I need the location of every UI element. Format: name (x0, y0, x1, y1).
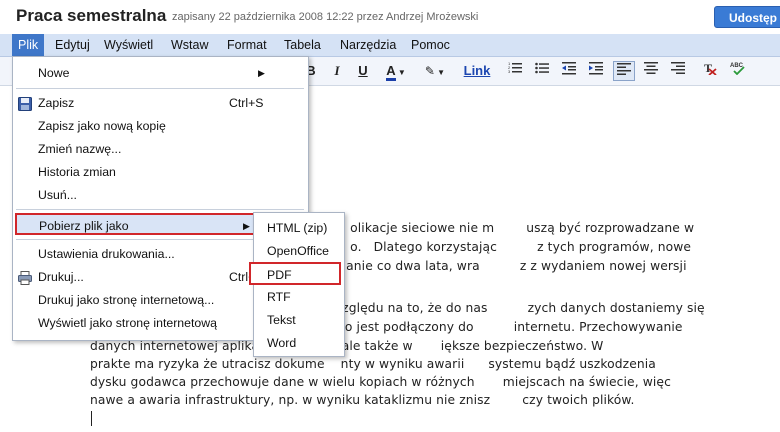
printer-icon (18, 270, 32, 285)
menu-item-history[interactable]: Historia zmian (14, 161, 306, 183)
submenu-arrow-icon: ▶ (243, 221, 250, 231)
align-right-icon[interactable] (669, 61, 687, 81)
text-cursor (91, 411, 92, 426)
menu-item-save-copy[interactable]: Zapisz jako nową kopię (14, 115, 306, 137)
menu-item-label: Zapisz jako nową kopię (38, 119, 166, 133)
decrease-indent-icon[interactable] (560, 61, 578, 81)
menu-item-label: Drukuj... (38, 270, 84, 284)
menu-help[interactable]: Pomoc (405, 34, 456, 56)
doc-header: Praca semestralna zapisany 22 październi… (0, 0, 780, 34)
submenu-item-label: PDF (267, 268, 292, 282)
submenu-item-pdf[interactable]: PDF (249, 262, 341, 285)
submenu-item-text[interactable]: Tekst (254, 309, 344, 332)
download-submenu: HTML (zip) OpenOffice PDF RTF Tekst Word (249, 212, 345, 357)
doc-line: prakte ma ryzyka że utracisz dokume nty … (90, 357, 656, 371)
menu-item-label: Historia zmian (38, 165, 116, 179)
submenu-arrow-icon: ▶ (258, 68, 265, 78)
menu-item-label: Wyświetl jako stronę internetową (38, 316, 217, 330)
menu-tools[interactable]: Narzędzia (334, 34, 402, 56)
submenu-item-rtf[interactable]: RTF (254, 286, 344, 309)
highlight-button[interactable]: ✎ ▼ (420, 61, 450, 81)
submenu-item-label: RTF (267, 290, 291, 304)
submenu-item-label: Word (267, 336, 297, 350)
underline-button[interactable]: U (354, 61, 372, 81)
align-center-icon[interactable] (642, 61, 660, 81)
increase-indent-icon[interactable] (587, 61, 605, 81)
menu-item-label: Nowe (38, 66, 70, 80)
menu-view[interactable]: Wyświetl (98, 34, 159, 56)
menu-format[interactable]: Format (221, 34, 273, 56)
doc-line: danych internetowej aplikacji wygoda, al… (90, 339, 604, 353)
italic-button[interactable]: I (328, 61, 346, 81)
spellcheck-icon[interactable]: ABC (728, 61, 748, 81)
text-color-icon: A (386, 63, 396, 81)
floppy-disk-icon (18, 96, 32, 111)
document-title[interactable]: Praca semestralna (16, 6, 166, 26)
menu-item-new[interactable]: Nowe ▶ (14, 62, 306, 84)
doc-line: dysku godawca przechowuje dane w wielu k… (90, 375, 671, 389)
submenu-item-label: HTML (zip) (267, 221, 328, 235)
menu-item-download-as[interactable]: Pobierz plik jako ▶ (15, 213, 267, 235)
menu-edit[interactable]: Edytuj (49, 34, 96, 56)
highlighter-icon: ✎ (424, 64, 435, 78)
shortcut-label: Ctrl+S (229, 96, 264, 110)
menu-item-label: Zapisz (38, 96, 75, 110)
svg-text:ABC: ABC (730, 63, 744, 69)
numbered-list-icon[interactable]: 123 (506, 61, 524, 81)
align-left-icon[interactable] (613, 61, 635, 81)
submenu-item-label: OpenOffice (267, 244, 329, 258)
menu-item-save[interactable]: Zapisz Ctrl+S (14, 92, 306, 114)
clear-formatting-icon[interactable]: T (701, 61, 719, 81)
menu-item-rename[interactable]: Zmień nazwę... (14, 138, 306, 160)
menu-item-label: Drukuj jako stronę internetową... (38, 293, 215, 307)
menu-item-delete[interactable]: Usuń... (14, 184, 306, 206)
menu-separator (16, 88, 304, 89)
link-button[interactable]: Link (462, 61, 492, 81)
menu-table[interactable]: Tabela (278, 34, 327, 56)
menu-item-label: Zmień nazwę... (38, 142, 122, 156)
submenu-item-word[interactable]: Word (254, 332, 344, 355)
menu-item-label: Ustawienia drukowania... (38, 247, 175, 261)
menu-item-label: Usuń... (38, 188, 77, 202)
menu-separator (16, 209, 304, 210)
submenu-item-openoffice[interactable]: OpenOffice (254, 240, 344, 263)
submenu-item-label: Tekst (267, 313, 296, 327)
submenu-item-html-zip[interactable]: HTML (zip) (254, 217, 344, 240)
chevron-down-icon: ▼ (395, 68, 406, 77)
doc-line: nawe a awaria infrastruktury, np. w wyni… (90, 393, 635, 407)
menu-insert[interactable]: Wstaw (165, 34, 215, 56)
text-color-button[interactable]: A ▼ (382, 61, 410, 81)
save-status: zapisany 22 października 2008 12:22 prze… (172, 11, 479, 23)
svg-text:3: 3 (508, 69, 511, 74)
share-button[interactable]: Udostęp (714, 6, 780, 28)
menu-file[interactable]: Plik (12, 34, 45, 56)
bullet-list-icon[interactable] (533, 61, 551, 81)
menu-item-label: Pobierz plik jako (39, 219, 129, 233)
chevron-down-icon: ▼ (434, 68, 446, 77)
menubar: Plik Edytuj Wyświetl Wstaw Format Tabela… (0, 34, 780, 57)
